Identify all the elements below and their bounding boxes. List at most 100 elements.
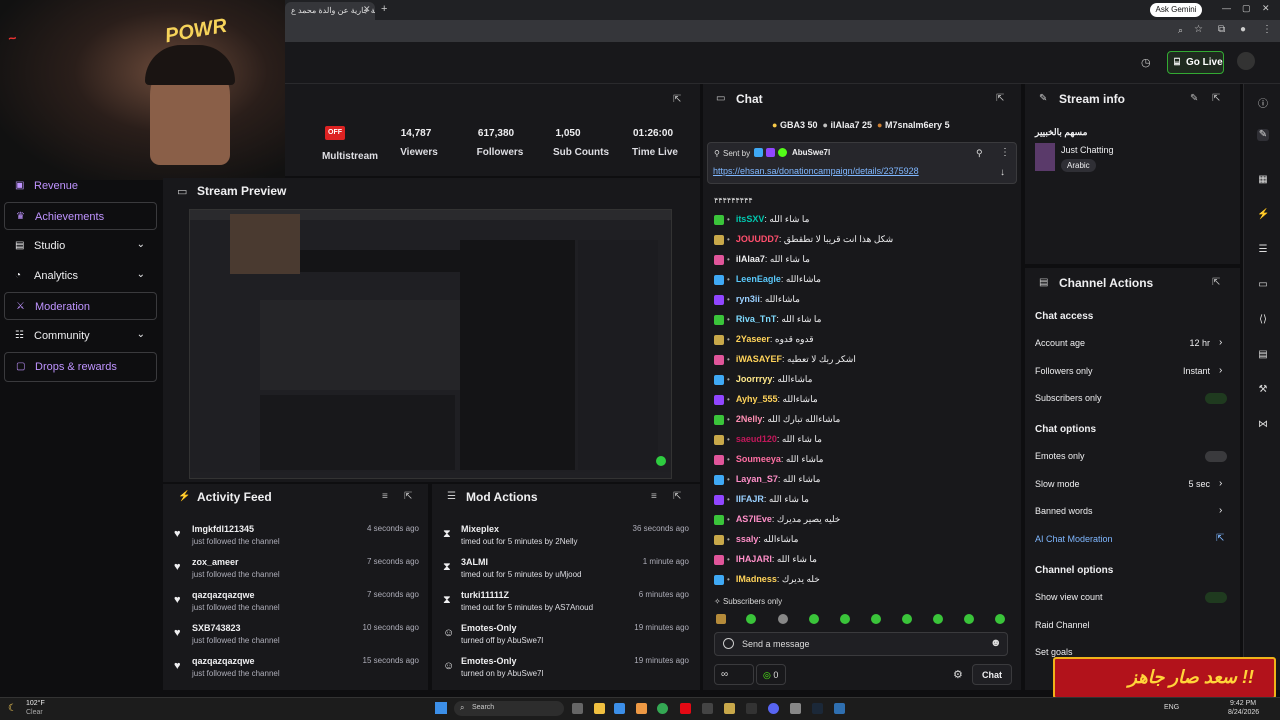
filter-icon[interactable]: ≡ bbox=[651, 491, 657, 502]
clock-date[interactable]: 8/24/2026 bbox=[1228, 709, 1259, 716]
subscribers-only-toggle[interactable] bbox=[1205, 393, 1227, 404]
chat-username[interactable]: Riva_TnT bbox=[736, 314, 777, 324]
file-explorer-icon[interactable] bbox=[594, 703, 605, 714]
popout-icon[interactable]: ⇱ bbox=[673, 491, 681, 502]
emote-icon[interactable] bbox=[871, 614, 881, 624]
close-window-icon[interactable]: ✕ bbox=[1262, 3, 1270, 14]
emote-picker-icon[interactable]: ☻ bbox=[990, 637, 1002, 649]
clock-time[interactable]: 9:42 PM bbox=[1230, 700, 1256, 707]
account-age-label[interactable]: Account age bbox=[1035, 338, 1085, 348]
chat-username[interactable]: Ayhy_555 bbox=[736, 394, 778, 404]
app-icon[interactable] bbox=[636, 703, 647, 714]
sidebar-item-studio[interactable]: ▤ Studio ⌄ bbox=[4, 232, 157, 260]
stack-icon[interactable]: ▤ bbox=[1257, 349, 1269, 361]
app-icon[interactable] bbox=[834, 703, 845, 714]
chat-username[interactable]: ryn3ii bbox=[736, 294, 760, 304]
task-view-icon[interactable] bbox=[572, 703, 583, 714]
settings-icon[interactable] bbox=[790, 703, 801, 714]
chevron-right-icon[interactable]: › bbox=[1219, 478, 1222, 489]
chat-username[interactable]: LeenEagle bbox=[736, 274, 781, 284]
language-indicator[interactable]: ENG bbox=[1164, 704, 1179, 711]
app-icon[interactable] bbox=[746, 703, 757, 714]
netflix-icon[interactable] bbox=[680, 703, 691, 714]
channel-points-button[interactable]: ◎ 0 bbox=[756, 664, 786, 685]
sidebar-item-analytics[interactable]: ◔ Analytics ⌄ bbox=[4, 262, 157, 290]
emote-icon[interactable] bbox=[746, 614, 756, 624]
bookmark-star-icon[interactable]: ☆ bbox=[1194, 24, 1203, 35]
popout-icon[interactable]: ⇱ bbox=[404, 491, 412, 502]
emote-icon[interactable] bbox=[840, 614, 850, 624]
emote-icon[interactable] bbox=[933, 614, 943, 624]
browser-tab[interactable]: صدقة جارية عن والدة محمد ع bbox=[285, 2, 375, 20]
pinned-sender[interactable]: AbuSwe7l bbox=[792, 148, 830, 157]
windows-start-icon[interactable] bbox=[435, 702, 447, 714]
followers-only-value[interactable]: Instant bbox=[1160, 366, 1210, 376]
leaderboard-name[interactable]: ilAlaa7 bbox=[830, 120, 859, 130]
sidebar-item-achievements[interactable]: ♛ Achievements bbox=[4, 202, 157, 230]
notifications-icon[interactable]: ◷ bbox=[1141, 56, 1151, 69]
chat-settings-icon[interactable]: ⚙ bbox=[953, 668, 963, 681]
new-tab-icon[interactable]: + bbox=[381, 3, 387, 15]
chat-username[interactable]: IHAJARI bbox=[736, 554, 772, 564]
edit-icon[interactable]: ✎ bbox=[1190, 93, 1198, 104]
browser-menu-icon[interactable]: ⋮ bbox=[1262, 24, 1272, 35]
chat-username[interactable]: ssaly bbox=[736, 534, 759, 544]
chat-username[interactable]: IIFAJR bbox=[736, 494, 764, 504]
sidebar-item-community[interactable]: ☷ Community ⌄ bbox=[4, 322, 157, 350]
steam-icon[interactable] bbox=[812, 703, 823, 714]
chat-username[interactable]: 2Nelly bbox=[736, 414, 763, 424]
emote-icon[interactable] bbox=[809, 614, 819, 624]
chat-username[interactable]: IMadness bbox=[736, 574, 777, 584]
follower-name[interactable]: SXB743823 bbox=[192, 623, 241, 633]
sidebar-item-moderation[interactable]: ⚔ Moderation bbox=[4, 292, 157, 320]
popout-icon[interactable]: ⇱ bbox=[1212, 277, 1220, 288]
chat-username[interactable]: JOUUDD7 bbox=[736, 234, 779, 244]
leaderboard-name[interactable]: M7snalm6ery bbox=[885, 120, 942, 130]
category-thumbnail[interactable] bbox=[1035, 143, 1055, 171]
chat-tools-button[interactable]: ∞ bbox=[714, 664, 754, 685]
code-icon[interactable]: ⟨⟩ bbox=[1257, 314, 1269, 326]
mod-target-name[interactable]: Mixeplex bbox=[461, 524, 499, 534]
chevron-right-icon[interactable]: › bbox=[1219, 365, 1222, 376]
chevron-right-icon[interactable]: › bbox=[1219, 337, 1222, 348]
unpin-icon[interactable]: ⚲ bbox=[976, 148, 983, 159]
extensions-icon[interactable]: ⧉ bbox=[1218, 24, 1225, 35]
show-view-count-toggle[interactable] bbox=[1205, 592, 1227, 603]
edit-icon[interactable]: ✎ bbox=[1257, 129, 1269, 141]
pinned-link[interactable]: https://ehsan.sa/donationcampaign/detail… bbox=[713, 166, 919, 176]
stream-category[interactable]: Just Chatting bbox=[1061, 145, 1114, 155]
chrome-icon[interactable] bbox=[657, 703, 668, 714]
emotes-only-toggle[interactable] bbox=[1205, 451, 1227, 462]
sidebar-item-drops[interactable]: ▢ Drops & rewards bbox=[4, 352, 157, 382]
chat-username[interactable]: saeud120 bbox=[736, 434, 777, 444]
list-icon[interactable]: ☰ bbox=[1257, 244, 1269, 256]
sidebar-item-revenue[interactable]: ▣ Revenue bbox=[4, 172, 157, 200]
language-tag[interactable]: Arabic bbox=[1061, 159, 1096, 172]
multistream-status-badge[interactable]: OFF bbox=[325, 126, 345, 140]
set-goals-label[interactable]: Set goals bbox=[1035, 647, 1073, 657]
avatar[interactable] bbox=[1237, 52, 1255, 70]
mod-target-name[interactable]: 3ALMI bbox=[461, 557, 488, 567]
go-live-button[interactable]: ⌸ Go Live bbox=[1167, 51, 1224, 74]
emote-icon[interactable] bbox=[964, 614, 974, 624]
layout-icon[interactable]: ▦ bbox=[1257, 174, 1269, 186]
emote-icon[interactable] bbox=[716, 614, 726, 624]
mod-target-name[interactable]: turki11111Z bbox=[461, 590, 509, 600]
chat-username[interactable]: itsSXV bbox=[736, 214, 765, 224]
popout-icon[interactable]: ⇱ bbox=[1212, 93, 1220, 104]
collapse-icon[interactable]: ↓ bbox=[1000, 167, 1005, 178]
raid-channel-label[interactable]: Raid Channel bbox=[1035, 620, 1090, 630]
follower-name[interactable]: qazqazqazqwe bbox=[192, 590, 255, 600]
popout-icon[interactable]: ⇱ bbox=[673, 94, 681, 105]
chat-username[interactable]: iWASAYEF bbox=[736, 354, 782, 364]
chevron-right-icon[interactable]: › bbox=[1219, 505, 1222, 516]
chat-username[interactable]: ilAlaa7 bbox=[736, 254, 765, 264]
slow-mode-value[interactable]: 5 sec bbox=[1170, 479, 1210, 489]
more-options-icon[interactable]: ⋮ bbox=[1000, 147, 1010, 158]
follower-name[interactable]: Imgkfdl121345 bbox=[192, 524, 254, 534]
leaderboard-name[interactable]: GBA3 bbox=[780, 120, 805, 130]
mention-icon[interactable] bbox=[723, 638, 734, 649]
slow-mode-label[interactable]: Slow mode bbox=[1035, 479, 1080, 489]
weather-temp[interactable]: 102°F bbox=[26, 700, 45, 707]
ask-gemini-button[interactable]: Ask Gemini bbox=[1150, 3, 1202, 17]
